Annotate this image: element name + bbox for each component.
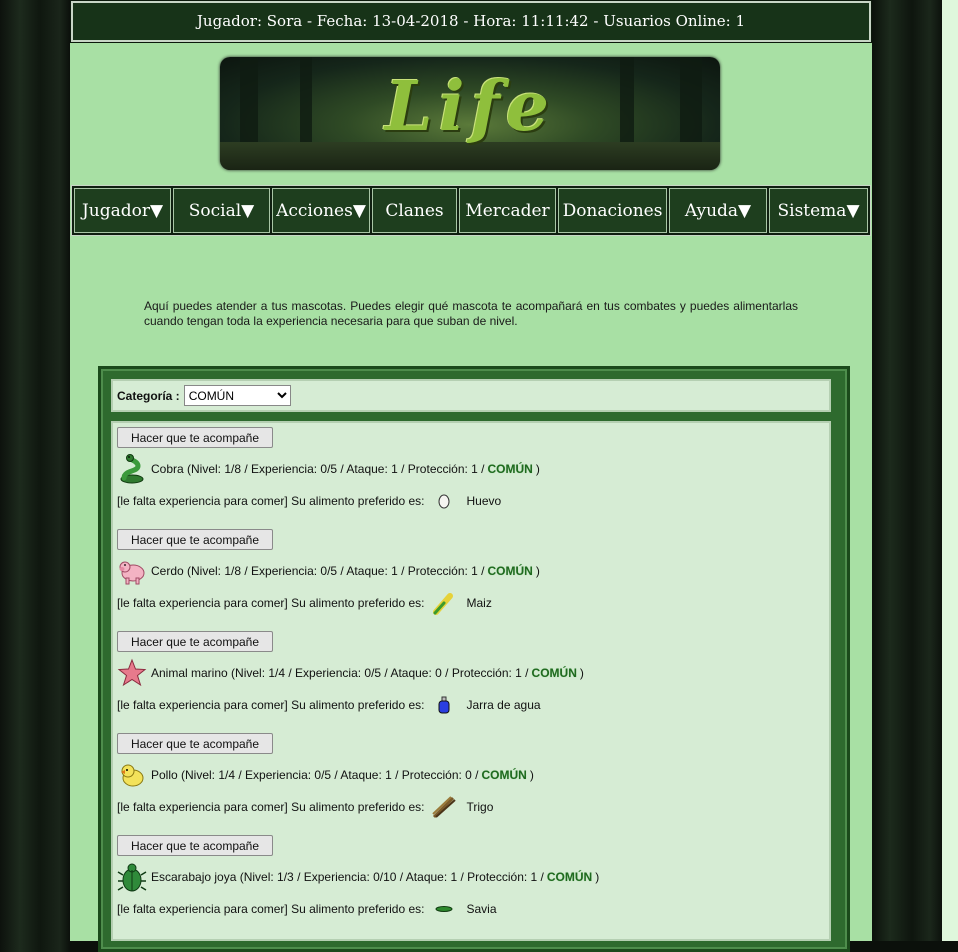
main-page: Jugador: Sora - Fecha: 13-04-2018 - Hora… <box>70 0 872 952</box>
wheat-icon <box>431 794 457 820</box>
food-name: Savia <box>466 902 497 916</box>
category-filter: Categoría : COMÚN <box>111 379 831 412</box>
food-line: [le falta experiencia para comer] Su ali… <box>117 893 497 925</box>
food-status: [le falta experiencia para comer] Su ali… <box>117 902 425 916</box>
category-select[interactable]: COMÚN <box>183 385 291 406</box>
egg-icon <box>431 488 457 514</box>
pet-info-line: Cerdo (Nivel: 1/8 / Experiencia: 0/5 / A… <box>117 555 540 587</box>
pet-info-line: Escarabajo joya (Nivel: 1/3 / Experienci… <box>117 861 599 893</box>
nav-mercader[interactable]: Mercader <box>459 188 556 233</box>
water-jar-icon <box>431 692 457 718</box>
beetle-icon <box>117 861 147 893</box>
pet-row: Hacer que te acompañe Cerdo (Nivel: 1/8 … <box>117 529 817 631</box>
intro-text: Aquí puedes atender a tus mascotas. Pued… <box>144 299 798 328</box>
right-edge-strip <box>942 0 958 941</box>
food-name: Jarra de agua <box>466 698 541 712</box>
pet-info: Cobra (Nivel: 1/8 / Experiencia: 0/5 / A… <box>151 462 485 476</box>
rarity-badge: COMÚN <box>546 870 593 884</box>
nav-donaciones[interactable]: Donaciones <box>558 188 667 233</box>
rarity-badge: COMÚN <box>487 462 533 476</box>
pet-row: Hacer que te acompañe Pollo (Nivel: 1/4 … <box>117 733 817 835</box>
food-name: Huevo <box>466 494 502 508</box>
food-status: [le falta experiencia para comer] Su ali… <box>117 494 425 508</box>
food-name: Trigo <box>466 800 494 814</box>
pets-list: Hacer que te acompañe Cobra (Nivel: 1/8 … <box>111 421 831 941</box>
starfish-icon <box>117 657 147 689</box>
game-banner: Life <box>220 57 720 170</box>
main-nav: Jugador▼ Social▼ Acciones▼ Clanes Mercad… <box>71 185 871 236</box>
accompany-button[interactable]: Hacer que te acompañe <box>117 529 273 550</box>
pet-row: Hacer que te acompañe Animal marino (Niv… <box>117 631 817 733</box>
pet-info-close: ) <box>529 768 534 782</box>
nav-sistema[interactable]: Sistema▼ <box>769 188 868 233</box>
rarity-badge: COMÚN <box>531 666 577 680</box>
right-background <box>872 0 942 941</box>
food-line: [le falta experiencia para comer] Su ali… <box>117 689 541 721</box>
pet-row: Hacer que te acompañe Cobra (Nivel: 1/8 … <box>117 427 817 529</box>
pets-panel: Categoría : COMÚN Hacer que te acompañe <box>98 366 850 952</box>
pet-info: Cerdo (Nivel: 1/8 / Experiencia: 0/5 / A… <box>151 564 485 578</box>
pet-info-close: ) <box>595 870 600 884</box>
pig-icon <box>117 555 147 587</box>
nav-clanes[interactable]: Clanes <box>372 188 457 233</box>
pet-info-close: ) <box>535 462 540 476</box>
rarity-badge: COMÚN <box>487 564 533 578</box>
snake-icon <box>117 453 147 485</box>
rarity-badge: COMÚN <box>481 768 527 782</box>
pet-info-line: Pollo (Nivel: 1/4 / Experiencia: 0/5 / A… <box>117 759 534 791</box>
status-text: Jugador: Sora - Fecha: 13-04-2018 - Hora… <box>196 12 746 30</box>
chick-icon <box>117 759 147 791</box>
pet-info: Pollo (Nivel: 1/4 / Experiencia: 0/5 / A… <box>151 768 479 782</box>
nav-jugador[interactable]: Jugador▼ <box>74 188 171 233</box>
accompany-button[interactable]: Hacer que te acompañe <box>117 631 273 652</box>
pet-info: Escarabajo joya (Nivel: 1/3 / Experienci… <box>151 870 544 884</box>
pet-info-line: Animal marino (Nivel: 1/4 / Experiencia:… <box>117 657 584 689</box>
food-name: Maiz <box>466 596 492 610</box>
pet-info-close: ) <box>535 564 540 578</box>
game-logo: Life <box>384 67 556 147</box>
food-status: [le falta experiencia para comer] Su ali… <box>117 698 425 712</box>
accompany-button[interactable]: Hacer que te acompañe <box>117 835 273 856</box>
nav-ayuda[interactable]: Ayuda▼ <box>669 188 767 233</box>
nav-acciones[interactable]: Acciones▼ <box>272 188 370 233</box>
food-status: [le falta experiencia para comer] Su ali… <box>117 800 425 814</box>
corn-icon <box>431 590 457 616</box>
pet-row: Hacer que te acompañe Escarabajo joya (N… <box>117 835 817 937</box>
food-status: [le falta experiencia para comer] Su ali… <box>117 596 425 610</box>
food-line: [le falta experiencia para comer] Su ali… <box>117 791 493 823</box>
pet-info: Animal marino (Nivel: 1/4 / Experiencia:… <box>151 666 529 680</box>
food-line: [le falta experiencia para comer] Su ali… <box>117 587 492 619</box>
pet-info-close: ) <box>579 666 584 680</box>
nav-social[interactable]: Social▼ <box>173 188 270 233</box>
pet-info-line: Cobra (Nivel: 1/8 / Experiencia: 0/5 / A… <box>117 453 540 485</box>
accompany-button[interactable]: Hacer que te acompañe <box>117 427 273 448</box>
accompany-button[interactable]: Hacer que te acompañe <box>117 733 273 754</box>
food-line: [le falta experiencia para comer] Su ali… <box>117 485 501 517</box>
player-status-bar: Jugador: Sora - Fecha: 13-04-2018 - Hora… <box>70 0 872 43</box>
category-label: Categoría : <box>117 388 180 403</box>
sap-icon <box>431 896 457 922</box>
